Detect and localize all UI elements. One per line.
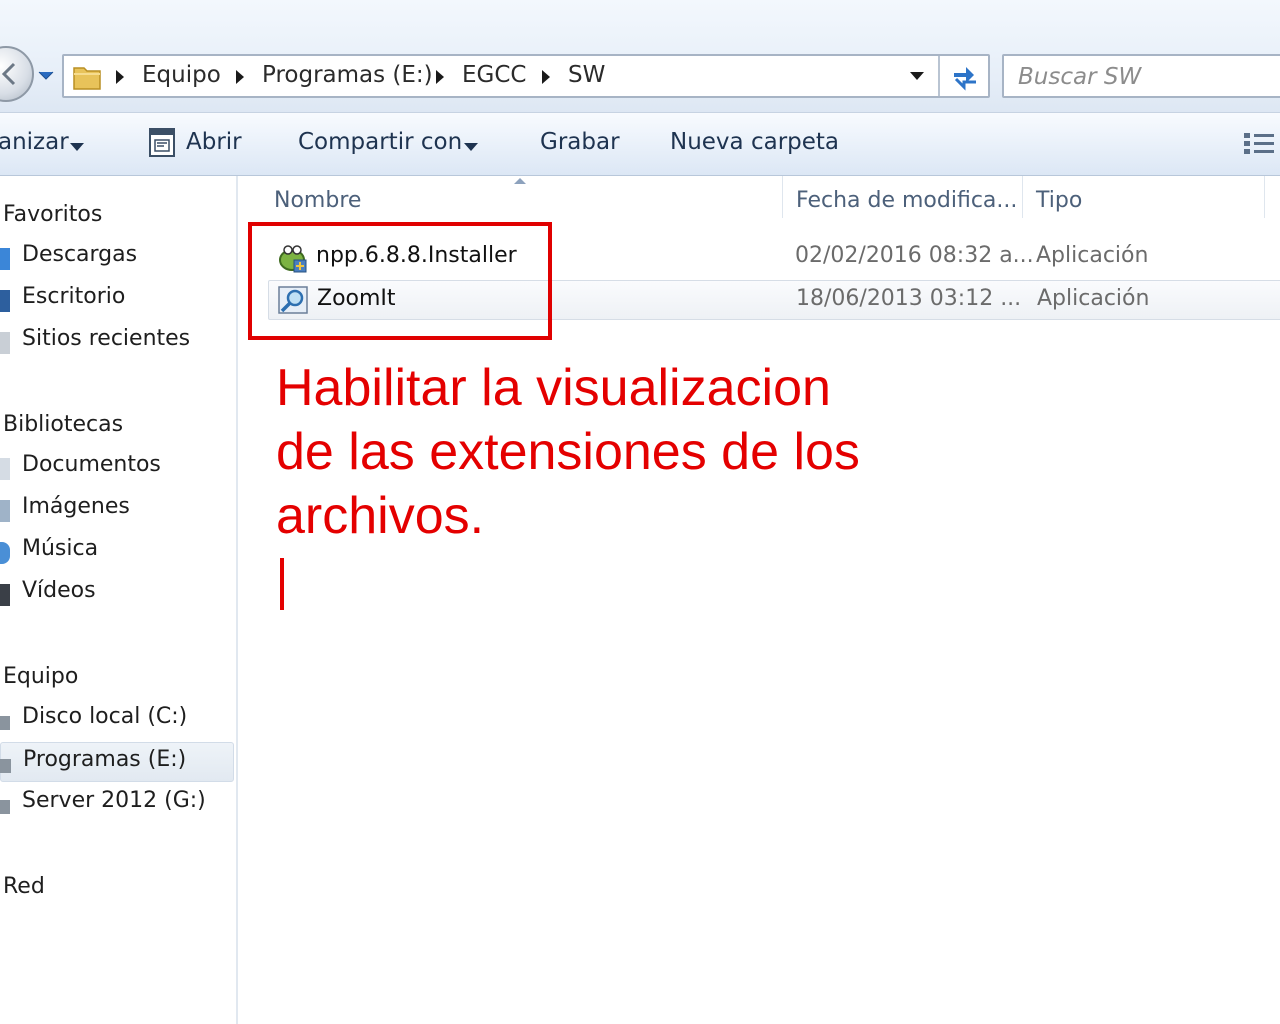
- recent-pages-dropdown-icon[interactable]: [36, 66, 56, 86]
- computer-heading[interactable]: Equipo: [3, 664, 78, 689]
- nav-item-label: Vídeos: [22, 578, 96, 603]
- nav-item-videos[interactable]: Vídeos: [0, 574, 234, 614]
- file-type: Aplicación: [1037, 286, 1150, 311]
- column-header-type[interactable]: Tipo: [1036, 188, 1082, 213]
- recent-places-icon: [0, 332, 10, 354]
- column-divider[interactable]: [1264, 176, 1265, 218]
- change-view-icon[interactable]: [1242, 131, 1276, 157]
- favorites-heading[interactable]: Favoritos: [3, 202, 102, 227]
- file-date: 18/06/2013 03:12 ...: [796, 286, 1022, 311]
- downloads-icon: [0, 248, 10, 270]
- address-box[interactable]: Equipo Programas (E:) EGCC SW: [62, 54, 990, 98]
- annotation-line: de las extensiones de los: [276, 423, 860, 481]
- column-header-name[interactable]: Nombre: [274, 188, 361, 213]
- videos-icon: [0, 584, 10, 606]
- music-icon: [0, 542, 10, 564]
- share-dropdown-icon[interactable]: [464, 143, 478, 151]
- drive-icon: [0, 716, 10, 730]
- nav-item-recent-places[interactable]: Sitios recientes: [0, 322, 234, 362]
- organize-dropdown-icon[interactable]: [70, 143, 84, 151]
- text-cursor: [280, 558, 284, 610]
- nav-item-label: Imágenes: [22, 494, 130, 519]
- drive-icon: [0, 759, 11, 773]
- breadcrumb-separator-icon[interactable]: [116, 70, 124, 84]
- column-divider[interactable]: [1022, 176, 1023, 218]
- nav-item-label: Disco local (C:): [22, 704, 188, 729]
- nav-item-label: Escritorio: [22, 284, 126, 309]
- annotation-line: archivos.: [276, 487, 485, 545]
- share-with-button[interactable]: Compartir con: [298, 129, 462, 155]
- nav-item-documents[interactable]: Documentos: [0, 448, 234, 488]
- nav-item-pictures[interactable]: Imágenes: [0, 490, 234, 530]
- breadcrumb-sw[interactable]: SW: [568, 62, 605, 88]
- breadcrumb-programas[interactable]: Programas (E:): [262, 62, 433, 88]
- organize-button[interactable]: anizar: [0, 129, 69, 155]
- nav-item-music[interactable]: Música: [0, 532, 234, 572]
- nav-item-drive-e[interactable]: Programas (E:): [0, 742, 234, 782]
- open-button[interactable]: Abrir: [186, 129, 242, 155]
- breadcrumb-separator-icon[interactable]: [542, 70, 550, 84]
- back-arrow-icon: [1, 62, 16, 86]
- libraries-heading[interactable]: Bibliotecas: [3, 412, 123, 437]
- annotation-text: Habilitar la visualizacion de las extens…: [276, 356, 976, 548]
- pictures-icon: [0, 500, 10, 522]
- annotation-line: Habilitar la visualizacion: [276, 359, 831, 417]
- column-header-date[interactable]: Fecha de modifica...: [796, 188, 1017, 213]
- annotation-highlight-box: [248, 222, 552, 340]
- breadcrumb-separator-icon[interactable]: [236, 70, 244, 84]
- open-app-icon: [149, 128, 175, 157]
- navigation-pane: Favoritos Descargas Escritorio Sitios re…: [0, 176, 238, 1024]
- command-bar: anizar Abrir Compartir con Grabar Nueva …: [0, 112, 1280, 176]
- address-bar-area: Equipo Programas (E:) EGCC SW: [0, 0, 1280, 112]
- sort-ascending-icon: [514, 178, 526, 184]
- breadcrumb-equipo[interactable]: Equipo: [142, 62, 221, 88]
- nav-item-label: Programas (E:): [23, 747, 187, 772]
- network-heading[interactable]: Red: [3, 874, 45, 899]
- nav-item-downloads[interactable]: Descargas: [0, 238, 234, 278]
- documents-icon: [0, 458, 10, 480]
- nav-item-label: Descargas: [22, 242, 138, 267]
- nav-item-label: Sitios recientes: [22, 326, 191, 351]
- breadcrumb-egcc[interactable]: EGCC: [462, 62, 526, 88]
- search-box[interactable]: [1002, 54, 1280, 98]
- nav-item-drive-g[interactable]: Server 2012 (G:): [0, 784, 234, 824]
- drive-icon: [0, 800, 10, 814]
- folder-icon: [73, 67, 101, 90]
- refresh-icon[interactable]: [944, 58, 988, 94]
- nav-item-label: Server 2012 (G:): [22, 788, 206, 813]
- address-history-dropdown-icon[interactable]: [910, 72, 924, 80]
- nav-item-drive-c[interactable]: Disco local (C:): [0, 700, 234, 740]
- new-folder-button[interactable]: Nueva carpeta: [670, 129, 839, 155]
- burn-button[interactable]: Grabar: [540, 129, 620, 155]
- nav-item-label: Documentos: [22, 452, 161, 477]
- address-divider: [938, 56, 940, 96]
- breadcrumb-separator-icon[interactable]: [436, 70, 444, 84]
- desktop-icon: [0, 290, 10, 312]
- back-button[interactable]: [0, 46, 34, 102]
- nav-item-desktop[interactable]: Escritorio: [0, 280, 234, 320]
- file-type: Aplicación: [1036, 243, 1149, 268]
- search-input[interactable]: [1018, 62, 1268, 92]
- file-date: 02/02/2016 08:32 a...: [795, 243, 1034, 268]
- column-divider[interactable]: [782, 176, 783, 218]
- nav-item-label: Música: [22, 536, 99, 561]
